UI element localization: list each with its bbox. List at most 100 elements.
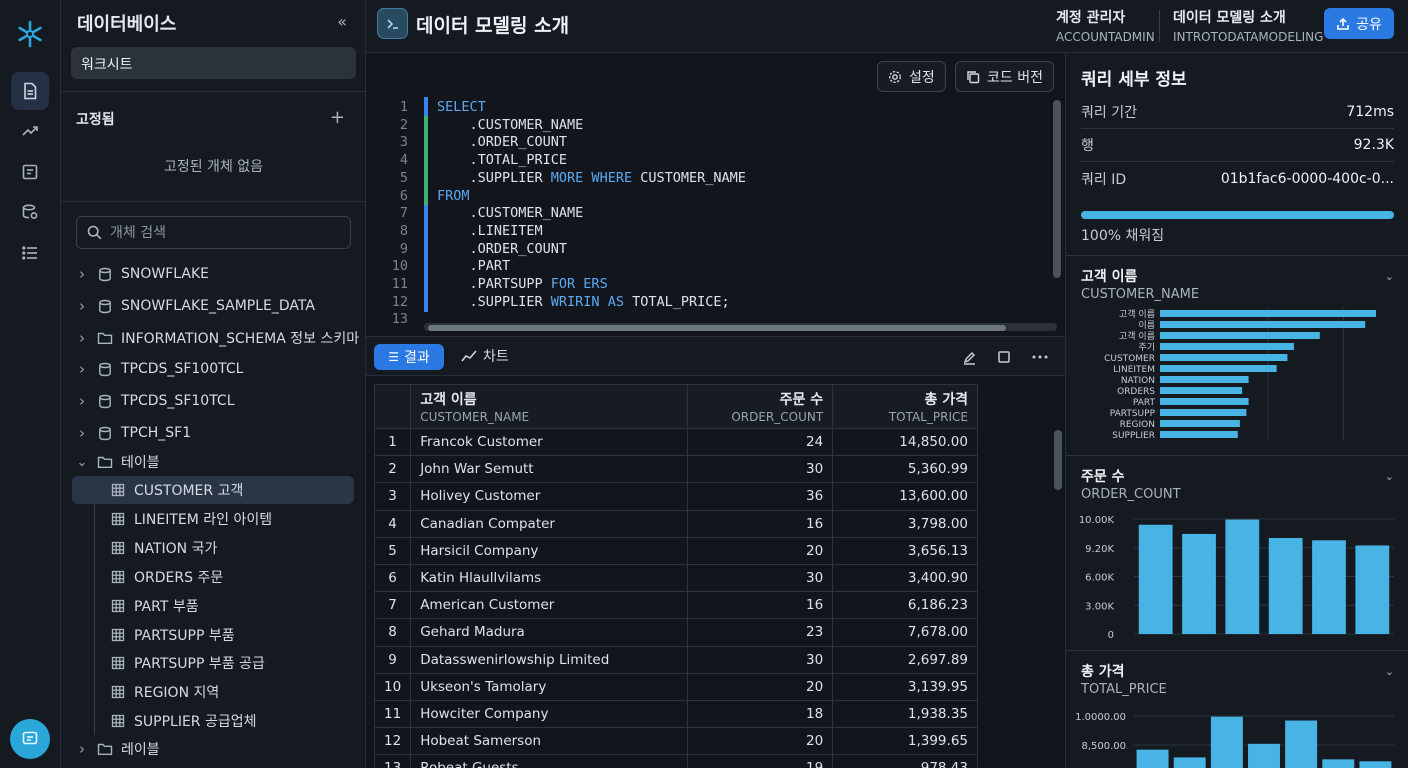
chevron-right-icon[interactable]: › [75, 424, 89, 442]
chevron-down-icon[interactable]: ⌄ [1385, 470, 1394, 483]
total-price-cell[interactable]: 7,678.00 [832, 618, 978, 647]
row-index-cell[interactable]: 2 [374, 455, 412, 484]
customer-name-cell[interactable]: Gehard Madura [410, 618, 689, 647]
tree-item[interactable]: › TPCH_SF1 [61, 419, 366, 447]
settings-button[interactable]: 설정 [877, 61, 946, 92]
customer-name-cell[interactable]: Harsicil Company [410, 536, 689, 565]
order-count-cell[interactable]: 19 [687, 754, 834, 768]
order-count-cell[interactable]: 36 [687, 482, 834, 511]
customer-name-cell[interactable]: Hobeat Samerson [410, 727, 689, 756]
order-count-cell[interactable]: 16 [687, 591, 834, 620]
tree-item[interactable]: › TPCDS_SF100TCL [61, 355, 366, 383]
tree-item[interactable]: ⌄ 테이블 [61, 448, 366, 476]
column-header-customer-name[interactable]: 고객 이름 CUSTOMER_NAME [410, 384, 689, 429]
data-settings-icon[interactable] [11, 193, 49, 231]
chevron-right-icon[interactable]: › [75, 360, 89, 378]
code-line[interactable]: 9 .ORDER_COUNT [366, 241, 1046, 259]
table-tree-item[interactable]: CUSTOMER 고객 [72, 476, 354, 504]
total-price-cell[interactable]: 1,399.65 [832, 727, 978, 756]
code-line[interactable]: 5 .SUPPLIER MORE WHERE CUSTOMER_NAME [366, 170, 1046, 188]
object-search-box[interactable] [76, 216, 351, 249]
table-row[interactable]: 12 Hobeat Samerson 20 1,399.65 [374, 727, 978, 756]
expand-icon[interactable] [995, 348, 1013, 366]
table-row[interactable]: 3 Holivey Customer 36 13,600.00 [374, 482, 978, 511]
customer-name-cell[interactable]: Datasswenirlowship Limited [410, 645, 689, 674]
chevron-right-icon[interactable]: › [75, 329, 89, 347]
table-tree-item[interactable]: PART 부품 [61, 592, 366, 620]
code-line[interactable]: 12 .SUPPLIER WRIRIN AS TOTAL_PRICE; [366, 294, 1046, 312]
table-row[interactable]: 6 Katin Hlaullvilams 30 3,400.90 [374, 563, 978, 593]
chevron-right-icon[interactable]: › [75, 265, 89, 283]
row-index-cell[interactable]: 9 [374, 645, 412, 674]
section-title[interactable]: 고객 이름 [1081, 266, 1137, 286]
total-price-cell[interactable]: 3,400.90 [832, 563, 978, 593]
code-line[interactable]: 1 SELECT [366, 99, 1046, 117]
total-price-cell[interactable]: 5,360.99 [832, 455, 978, 484]
table-row[interactable]: 5 Harsicil Company 20 3,656.13 [374, 536, 978, 565]
object-search-input[interactable] [110, 224, 330, 241]
customer-name-cell[interactable]: John War Semutt [410, 455, 689, 484]
total-price-cell[interactable]: 978.43 [832, 754, 978, 768]
table-row[interactable]: 4 Canadian Compater 16 3,798.00 [374, 509, 978, 538]
table-row[interactable]: 2 John War Semutt 30 5,360.99 [374, 455, 978, 484]
order-count-cell[interactable]: 23 [687, 618, 834, 647]
customer-name-cell[interactable]: Holivey Customer [410, 482, 689, 511]
code-line[interactable]: 2 .CUSTOMER_NAME [366, 117, 1046, 135]
worksheet-title[interactable]: 데이터 모델링 소개 [416, 11, 569, 38]
column-header-order-count[interactable]: 주문 수 ORDER_COUNT [687, 384, 834, 429]
row-index-cell[interactable]: 12 [374, 727, 412, 756]
table-tree-item[interactable]: LINEITEM 라인 아이템 [61, 505, 366, 533]
editor-horizontal-scrollbar[interactable] [428, 325, 1006, 331]
row-index-cell[interactable]: 4 [374, 509, 412, 538]
table-tree-item[interactable]: SUPPLIER 공급업체 [61, 707, 366, 735]
chevron-right-icon[interactable]: › [75, 297, 89, 315]
order-count-cell[interactable]: 20 [687, 727, 834, 756]
table-tree-item[interactable]: PARTSUPP 부품 [61, 621, 366, 649]
order-count-cell[interactable]: 30 [687, 645, 834, 674]
worksheet-nav-icon[interactable] [11, 72, 49, 110]
section-title[interactable]: 주문 수 [1081, 466, 1125, 486]
list-icon[interactable] [11, 234, 49, 272]
table-tree-item[interactable]: REGION 지역 [61, 678, 366, 706]
table-row[interactable]: 9 Datasswenirlowship Limited 30 2,697.89 [374, 645, 978, 674]
total-price-cell[interactable]: 14,850.00 [832, 427, 978, 457]
table-row[interactable]: 1 Francok Customer 24 14,850.00 [374, 427, 978, 457]
worksheets-tab[interactable]: 워크시트 [71, 47, 356, 79]
add-pin-icon[interactable]: + [330, 107, 345, 128]
database-selector[interactable]: 데이터 모델링 소개 INTROTODATAMODELING [1173, 7, 1323, 44]
table-row[interactable]: 13Robeat Guests19978.43 [374, 754, 978, 768]
chevron-down-icon[interactable]: ⌄ [1385, 270, 1394, 283]
tab-chart[interactable]: 차트 [461, 346, 509, 366]
row-index-cell[interactable]: 7 [374, 591, 412, 620]
table-tree-item[interactable]: PARTSUPP 부품 공급 [61, 649, 366, 677]
code-line[interactable]: 4 .TOTAL_PRICE [366, 152, 1046, 170]
tree-item[interactable]: › 레이블 [61, 735, 366, 763]
customer-name-cell[interactable]: Ukseon's Tamolary [410, 672, 689, 701]
order-count-cell[interactable]: 20 [687, 536, 834, 565]
order-count-cell[interactable]: 18 [687, 699, 834, 729]
row-index-cell[interactable]: 13 [374, 754, 412, 768]
total-price-cell[interactable]: 6,186.23 [832, 591, 978, 620]
order-count-cell[interactable]: 24 [687, 427, 834, 457]
chevron-right-icon[interactable]: › [75, 740, 89, 758]
collapse-panel-icon[interactable]: « [337, 12, 347, 31]
code-line[interactable]: 11 .PARTSUPP FOR ERS [366, 276, 1046, 294]
section-title[interactable]: 총 가격 [1081, 661, 1125, 681]
chevron-down-icon[interactable]: ⌄ [1385, 665, 1394, 678]
row-index-cell[interactable]: 11 [374, 699, 412, 729]
customer-name-cell[interactable]: American Customer [410, 591, 689, 620]
tree-item[interactable]: › SNOWFLAKE [61, 260, 366, 288]
results-vertical-scrollbar[interactable] [1054, 430, 1062, 490]
code-versions-button[interactable]: 코드 버전 [955, 61, 1054, 92]
customer-name-cell[interactable]: Canadian Compater [410, 509, 689, 538]
share-button[interactable]: 공유 [1324, 8, 1394, 39]
tree-item[interactable]: › SNOWFLAKE_SAMPLE_DATA [61, 292, 366, 320]
total-price-cell[interactable]: 3,656.13 [832, 536, 978, 565]
order-count-cell[interactable]: 30 [687, 455, 834, 484]
table-row[interactable]: 8 Gehard Madura 23 7,678.00 [374, 618, 978, 647]
total-price-cell[interactable]: 13,600.00 [832, 482, 978, 511]
row-index-cell[interactable]: 3 [374, 482, 412, 511]
customer-name-cell[interactable]: Francok Customer [410, 427, 689, 457]
table-row[interactable]: 7 American Customer 16 6,186.23 [374, 591, 978, 620]
code-line[interactable]: 6 FROM [366, 188, 1046, 206]
